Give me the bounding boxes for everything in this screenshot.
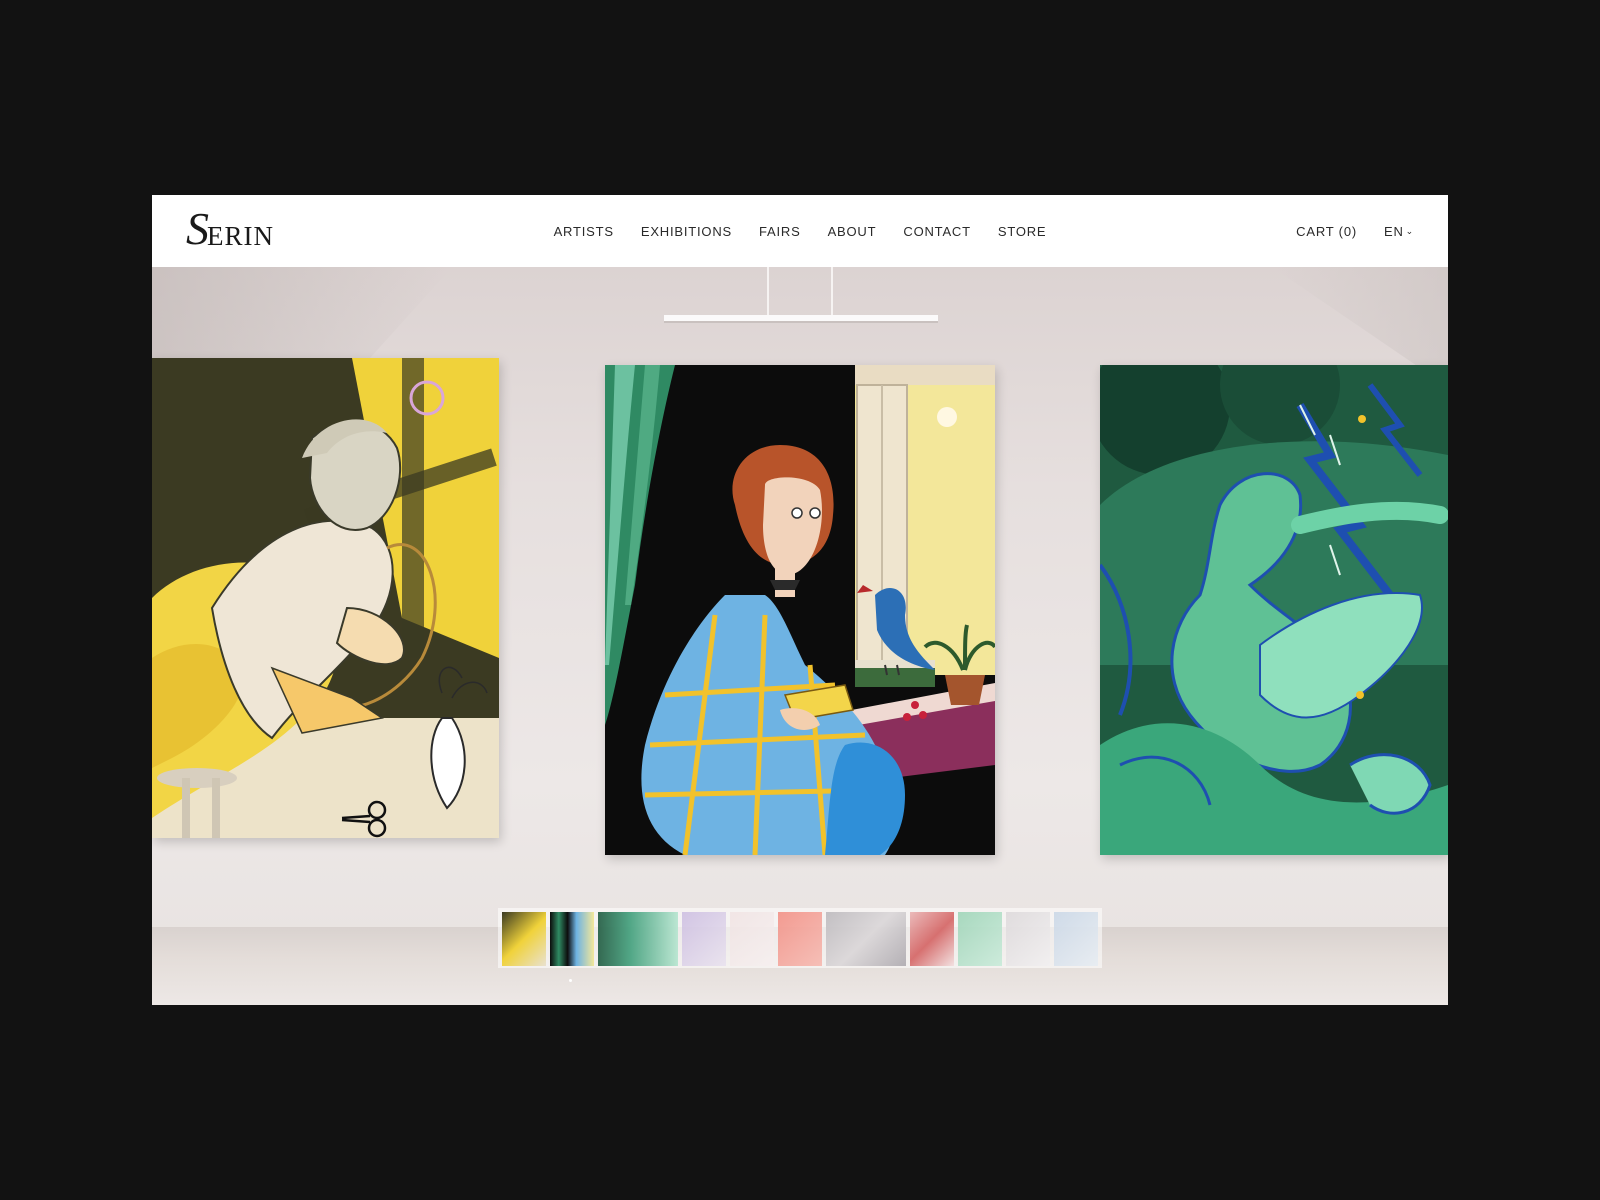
site-header: S ERIN ARTISTS EXHIBITIONS FAIRS ABOUT C…	[152, 195, 1448, 267]
thumbnail-6[interactable]	[778, 912, 822, 966]
thumbnail-9[interactable]	[958, 912, 1002, 966]
nav-artists[interactable]: ARTISTS	[554, 224, 614, 239]
website-frame: S ERIN ARTISTS EXHIBITIONS FAIRS ABOUT C…	[152, 195, 1448, 1005]
thumbnail-4[interactable]	[682, 912, 726, 966]
thumbnail-11[interactable]	[1054, 912, 1098, 966]
figure-with-scissors-painting	[152, 358, 499, 838]
thumbnail-10[interactable]	[1006, 912, 1050, 966]
cart-link[interactable]: CART (0)	[1296, 224, 1357, 239]
thumbnail-1[interactable]	[502, 912, 546, 966]
gallery-room	[152, 267, 1448, 1005]
thumbnail-3[interactable]	[598, 912, 678, 966]
main-nav: ARTISTS EXHIBITIONS FAIRS ABOUT CONTACT …	[152, 195, 1448, 267]
thumbnail-strip	[498, 908, 1102, 968]
nav-exhibitions[interactable]: EXHIBITIONS	[641, 224, 732, 239]
artwork-center[interactable]	[605, 365, 995, 855]
carousel-indicator-dot[interactable]	[569, 979, 572, 982]
chevron-down-icon: ⌄	[1405, 225, 1414, 236]
language-label: EN	[1383, 223, 1404, 239]
thumbnail-7[interactable]	[826, 912, 906, 966]
thumbnail-8[interactable]	[910, 912, 954, 966]
nav-store[interactable]: STORE	[998, 224, 1047, 239]
nav-contact[interactable]: CONTACT	[903, 224, 970, 239]
nav-about[interactable]: ABOUT	[828, 224, 877, 239]
artwork-left[interactable]	[152, 358, 499, 838]
ceiling-light-fixture	[664, 267, 938, 323]
green-storm-figures-painting	[1100, 365, 1448, 855]
nav-fairs[interactable]: FAIRS	[759, 224, 801, 239]
thumbnail-2[interactable]	[550, 912, 594, 966]
language-selector[interactable]: EN ⌄	[1384, 224, 1414, 239]
thumbnail-5[interactable]	[730, 912, 774, 966]
artwork-right[interactable]	[1100, 365, 1448, 855]
woman-reading-with-bird-painting	[605, 365, 995, 855]
header-right: CART (0) EN ⌄	[1296, 195, 1414, 267]
